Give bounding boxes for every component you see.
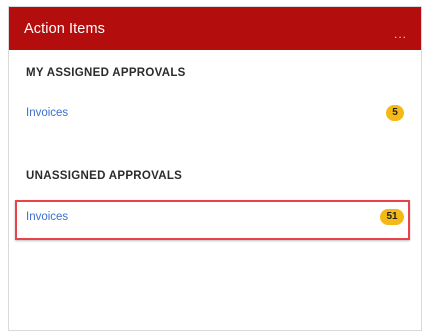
action-items-card: Action Items ... MY ASSIGNED APPROVALS I… <box>8 6 422 331</box>
list-item-my-assigned-invoices[interactable]: Invoices 5 <box>17 98 413 128</box>
more-options-button[interactable]: ... <box>394 17 407 41</box>
count-badge[interactable]: 51 <box>380 209 404 225</box>
section-heading-unassigned: UNASSIGNED APPROVALS <box>26 170 183 182</box>
invoices-link[interactable]: Invoices <box>26 211 68 223</box>
card-title: Action Items <box>24 20 105 37</box>
invoices-link[interactable]: Invoices <box>26 107 68 119</box>
list-item-unassigned-invoices[interactable]: Invoices 51 <box>17 202 413 232</box>
section-heading-my-assigned: MY ASSIGNED APPROVALS <box>26 67 186 79</box>
count-badge[interactable]: 5 <box>386 105 404 121</box>
card-header: Action Items ... <box>9 7 421 50</box>
